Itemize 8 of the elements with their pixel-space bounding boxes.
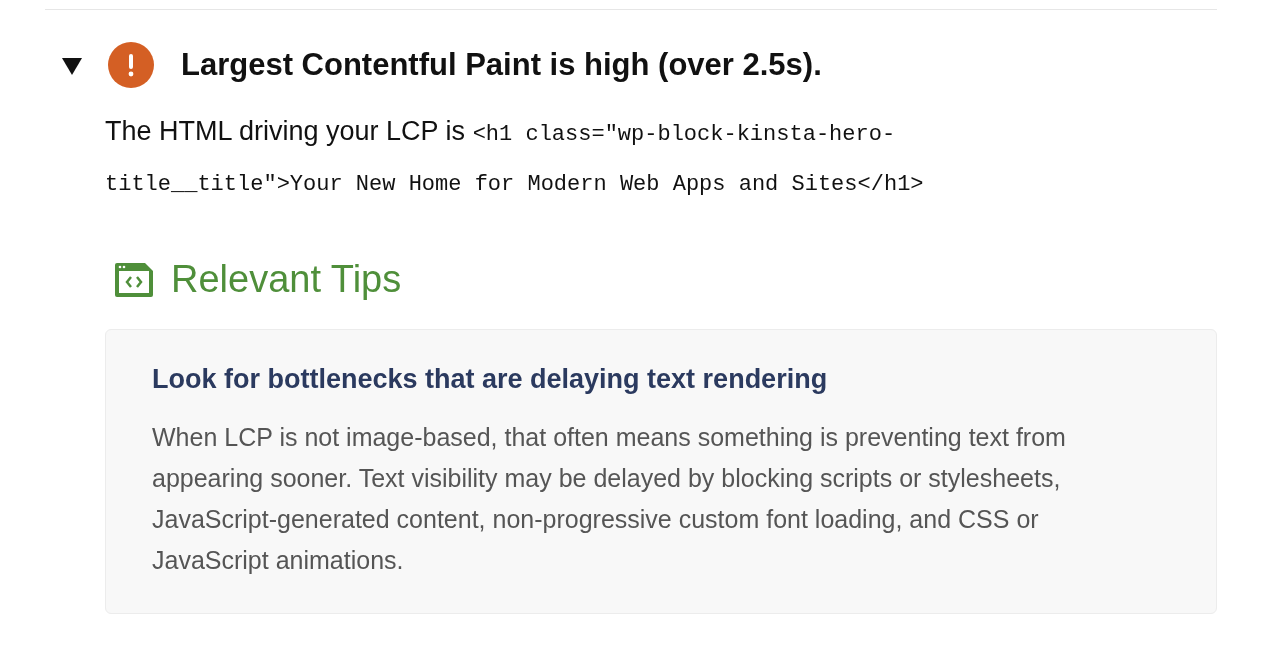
audit-title: Largest Contentful Paint is high (over 2.5s). [181, 47, 822, 83]
warning-icon [108, 42, 154, 88]
tip-body: When LCP is not image-based, that often means something is preventing text from appearing sooner. Text visibility may be delayed by blocking scripts or stylesheets, JavaScript-generated content, non-progressive custom font loading, and CSS or JavaScript animations. [152, 422, 1067, 576]
audit-description: The HTML driving your LCP is <h1 class="wp-block-kinsta-hero-title__title">Your New Home for Modern Web Apps and Sites</h1> [105, 115, 925, 199]
code-window-icon [115, 262, 153, 297]
tip-title: Look for bottlenecks that are delaying text rendering [152, 364, 829, 395]
collapse-toggle-icon[interactable] [62, 55, 82, 75]
tips-heading: Relevant Tips [171, 258, 402, 301]
